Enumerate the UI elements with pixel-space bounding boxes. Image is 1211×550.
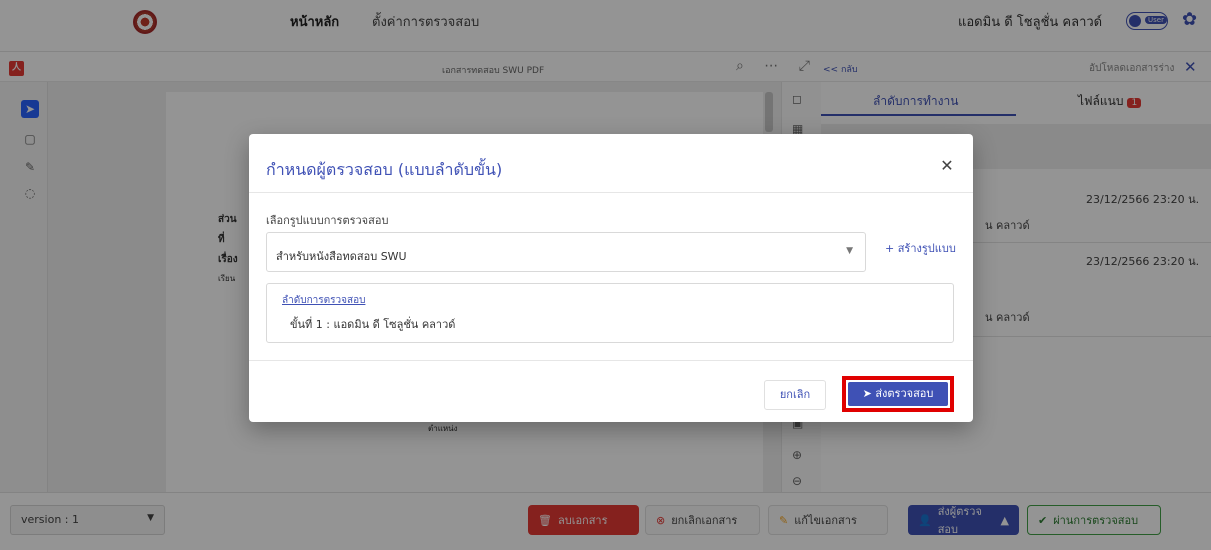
dialog-title: กำหนดผู้ตรวจสอบ (แบบลำดับขั้น) [266,160,503,179]
divider [249,192,973,193]
assign-reviewer-dialog: กำหนดผู้ตรวจสอบ (แบบลำดับขั้น) ✕ เลือกรู… [249,134,973,422]
close-icon[interactable]: ✕ [937,156,957,176]
review-pattern-value: สำหรับหนังสือทดสอบ SWU [276,250,407,263]
review-pattern-label: เลือกรูปแบบการตรวจสอบ [266,214,389,227]
review-order-box: ลำดับการตรวจสอบ ขั้นที่ 1 : แอดมิน ดี โซ… [266,283,954,343]
divider [249,360,973,361]
send-icon: ➤ [862,387,876,400]
cancel-button[interactable]: ยกเลิก [764,380,826,410]
caret-down-icon: ▼ [846,246,853,256]
submit-highlight-frame: ➤ ส่งตรวจสอบ [842,376,954,412]
create-pattern-link[interactable]: + สร้างรูปแบบ [885,239,956,257]
submit-review-label: ส่งตรวจสอบ [875,387,934,400]
review-step: ขั้นที่ 1 : แอดมิน ดี โซลูชั่น คลาวด์ [290,318,456,331]
review-pattern-select[interactable]: สำหรับหนังสือทดสอบ SWU ▼ [266,232,866,272]
submit-review-button[interactable]: ➤ ส่งตรวจสอบ [848,382,948,406]
review-order-title[interactable]: ลำดับการตรวจสอบ [282,293,365,308]
